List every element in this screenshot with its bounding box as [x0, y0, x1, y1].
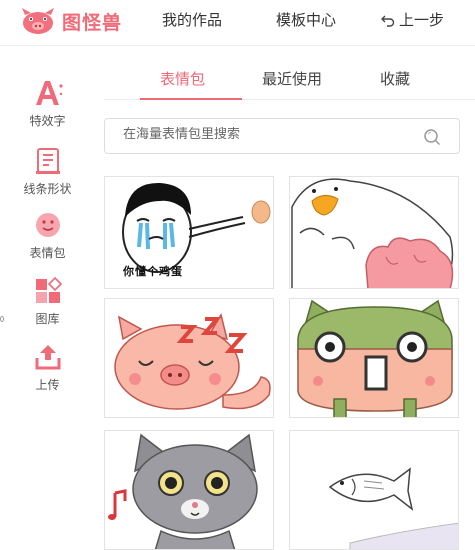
- sidebar-label-gallery: 图库: [35, 312, 60, 326]
- gallery-icon: [35, 276, 62, 303]
- nav-my-works[interactable]: 我的作品: [162, 9, 222, 30]
- tab-bar: 表情包 最近使用 收藏: [104, 60, 475, 100]
- sticker-card-egg-guy[interactable]: 你懂个鸡蛋: [104, 176, 274, 289]
- search-input[interactable]: [123, 127, 403, 142]
- upload-icon: [35, 345, 60, 370]
- sticker-green-pig-image: [297, 299, 453, 417]
- sidebar-item-line-shape[interactable]: 线条形状: [0, 146, 95, 197]
- sticker-card-green-pig[interactable]: [289, 298, 459, 418]
- sticker-card-fish[interactable]: [289, 430, 459, 550]
- nav-template-center[interactable]: 模板中心: [276, 9, 336, 30]
- line-shape-icon: [35, 148, 60, 174]
- sidebar-label-line-shape: 线条形状: [23, 182, 72, 196]
- sticker-card-sleepy-pig[interactable]: [104, 298, 274, 418]
- sidebar-label-emoji: 表情包: [29, 246, 66, 260]
- undo-button[interactable]: 上一步: [381, 9, 444, 30]
- sticker-sleepy-pig-image: [114, 313, 271, 410]
- sidebar-label-upload: 上传: [35, 378, 60, 392]
- logo[interactable]: 图怪兽: [18, 4, 138, 38]
- pig-logo-icon: [22, 8, 54, 34]
- effect-text-icon: [35, 81, 63, 105]
- sidebar-item-upload[interactable]: 上传: [0, 342, 95, 393]
- tab-emoji[interactable]: 表情包: [160, 68, 205, 89]
- sticker-fish-image: [328, 467, 458, 549]
- search-icon[interactable]: [423, 128, 441, 146]
- sidebar-item-gallery[interactable]: 图库: [0, 276, 95, 327]
- sticker-caption: 你懂个鸡蛋: [123, 265, 183, 278]
- sidebar-label-effect-text: 特效字: [29, 114, 66, 128]
- sticker-card-gray-cat[interactable]: [104, 430, 274, 550]
- undo-icon: [381, 15, 395, 27]
- emoji-icon: [35, 213, 60, 237]
- tab-favorites[interactable]: 收藏: [380, 68, 410, 89]
- app-root: 图怪兽 我的作品 模板中心 上一步 特效字 线条形状 表情包 图库 上传 表情包…: [0, 0, 475, 550]
- logo-text: 图怪兽: [62, 11, 123, 34]
- sticker-gray-cat-image: [108, 433, 258, 549]
- active-tab-indicator: [140, 98, 242, 100]
- sidebar-item-emoji[interactable]: 表情包: [0, 210, 95, 261]
- sticker-duck-image: [291, 178, 454, 288]
- undo-label: 上一步: [399, 11, 445, 29]
- tab-recent[interactable]: 最近使用: [262, 68, 322, 89]
- top-bar: 图怪兽 我的作品 模板中心 上一步: [0, 0, 475, 46]
- search-box: [104, 118, 460, 154]
- sticker-card-duck[interactable]: [289, 176, 459, 289]
- sidebar-item-effect-text[interactable]: 特效字: [0, 78, 95, 129]
